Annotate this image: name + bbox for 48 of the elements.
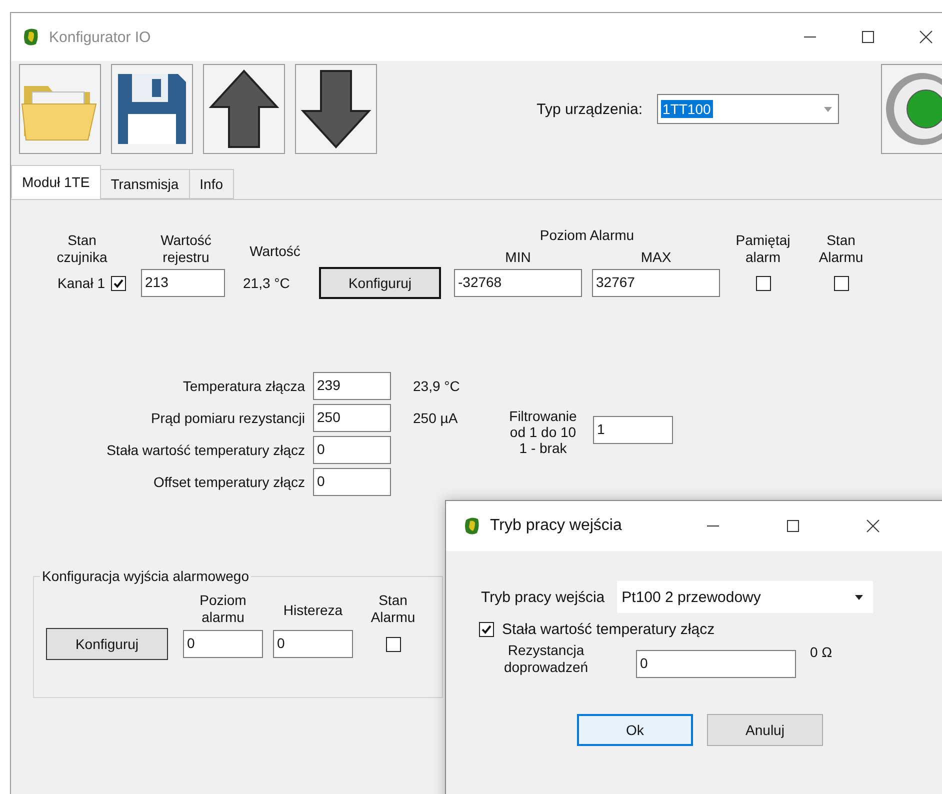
- input-field[interactable]: 0: [313, 436, 391, 464]
- resistance-label: Rezystancja doprowadzeń: [502, 642, 590, 676]
- column-header: Poziom alarmu: [198, 592, 248, 626]
- column-header: MAX: [640, 249, 672, 266]
- dialog-title: Tryb pracy wejścia: [490, 517, 623, 535]
- window-title: Konfigurator IO: [49, 28, 152, 46]
- input-field[interactable]: 239: [313, 372, 391, 400]
- input-field[interactable]: 0: [636, 650, 796, 678]
- device-type-dropdown[interactable]: 1TT100: [656, 94, 840, 124]
- column-header: Stan Alarmu: [818, 232, 864, 266]
- channel-label: Kanał 1: [58, 275, 106, 291]
- parameter-label: Stała wartość temperatury złącz: [106, 442, 306, 458]
- column-header: Stan Alarmu: [370, 592, 416, 626]
- input-field[interactable]: 32767: [592, 269, 720, 297]
- resistance-reading: 0 Ω: [810, 644, 832, 660]
- filter-label: Filtrowanie od 1 do 10 1 - brak: [508, 407, 578, 456]
- input-field[interactable]: 0: [273, 630, 353, 658]
- checkbox-label: Stała wartość temperatury złącz: [502, 621, 715, 638]
- parameter-reading: 250 µA: [412, 410, 459, 426]
- parameter-reading: 23,9 °C: [412, 378, 461, 394]
- value-reading: 21,3 °C: [242, 275, 290, 291]
- input-field[interactable]: 0: [183, 630, 263, 658]
- column-header: Wartość rejestru: [160, 232, 212, 266]
- input-field[interactable]: 250: [313, 404, 391, 432]
- parameter-label: Offset temperatury złącz: [152, 474, 306, 490]
- column-header: MIN: [504, 249, 532, 266]
- column-header: Wartość: [248, 242, 302, 260]
- input-field[interactable]: -32768: [454, 269, 582, 297]
- column-header: Histereza: [282, 602, 344, 618]
- configure-button[interactable]: Konfiguruj: [319, 267, 441, 299]
- parameter-label: Prąd pomiaru rezystancji: [150, 410, 306, 426]
- input-field[interactable]: 213: [141, 269, 225, 297]
- input-field[interactable]: 0: [313, 468, 391, 496]
- tab[interactable]: Transmisja: [100, 169, 190, 199]
- dialog-button[interactable]: Ok: [577, 714, 693, 746]
- mode-label: Tryb pracy wejścia: [481, 588, 605, 606]
- column-header: Poziom Alarmu: [538, 227, 636, 244]
- mode-dropdown[interactable]: Pt100 2 przewodowy: [616, 581, 873, 613]
- column-header: Stan czujnika: [56, 232, 108, 266]
- column-header: Pamiętaj alarm: [734, 232, 792, 266]
- tab[interactable]: Info: [188, 169, 234, 199]
- group-title: Konfiguracja wyjścia alarmowego: [41, 568, 250, 584]
- tab[interactable]: Moduł 1TE: [11, 165, 101, 199]
- configure-button[interactable]: Konfiguruj: [46, 628, 168, 660]
- parameter-label: Temperatura złącza: [182, 378, 306, 394]
- device-type-label: Typ urządzenia:: [536, 100, 643, 118]
- input-field[interactable]: 1: [593, 416, 673, 444]
- dialog-button[interactable]: Anuluj: [707, 714, 823, 746]
